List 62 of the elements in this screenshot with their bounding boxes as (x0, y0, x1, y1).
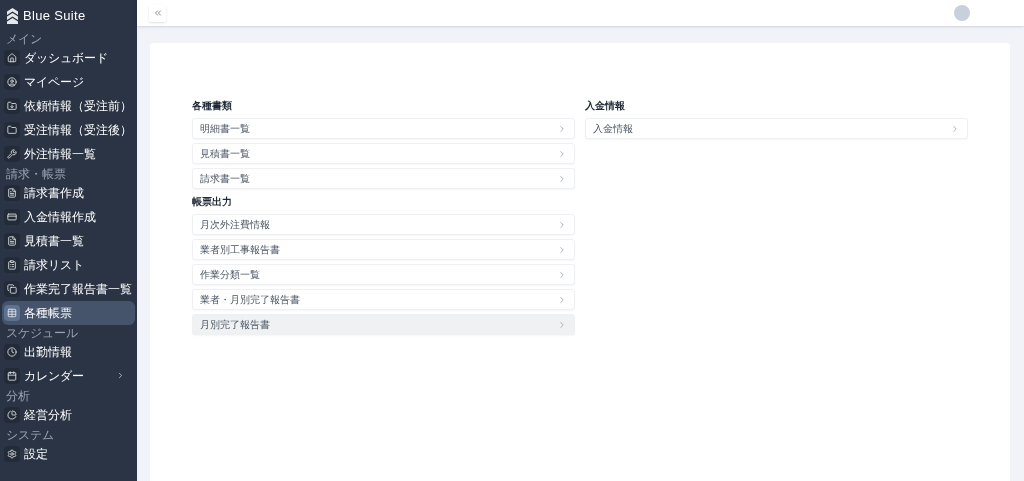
user-icon (7, 76, 17, 87)
group-title: 帳票出力 (192, 197, 233, 207)
sidebar-item[interactable]: 受注情報（受注後） (2, 117, 135, 142)
collapse-button[interactable] (149, 4, 166, 22)
chevron-icon (557, 173, 567, 184)
section-label: スケジュール (5, 326, 79, 339)
collapse-icon (152, 8, 163, 18)
group-title: 各種書類 (192, 101, 233, 111)
chevron-icon (557, 244, 567, 255)
tools-icon (7, 148, 17, 159)
folder-icon (7, 100, 17, 111)
sidebar-item[interactable]: 作業完了報告書一覧 (2, 276, 135, 301)
document-link[interactable]: 明細書一覧 (192, 118, 575, 139)
document-link[interactable]: 入金情報 (585, 118, 968, 139)
brand-name: Blue Suite (23, 7, 86, 25)
group-title: 入金情報 (585, 101, 626, 111)
document-link[interactable]: 月次外注費情報 (192, 214, 575, 235)
table-icon (7, 307, 17, 318)
clipboard-icon (7, 259, 17, 270)
sidebar-item[interactable]: 入金情報作成 (2, 204, 135, 229)
sidebar-item[interactable]: ダッシュボード (2, 45, 135, 70)
logo-icon (7, 7, 18, 24)
document-link[interactable]: 請求書一覧 (192, 168, 575, 189)
section-label: システム (5, 428, 55, 441)
calendar-icon (7, 370, 17, 381)
sidebar-item[interactable]: カレンダー (2, 363, 135, 388)
document-icon (7, 187, 17, 198)
card-icon (7, 211, 17, 222)
copy-icon (7, 283, 17, 294)
settings-icon (7, 448, 17, 459)
chevron-icon (557, 148, 567, 159)
clock-icon (7, 346, 17, 357)
section-label: 請求・帳票 (5, 167, 67, 180)
home-icon (7, 52, 17, 63)
document-link[interactable]: 業者・月別完了報告書 (192, 289, 575, 310)
folder-icon (7, 124, 17, 135)
chevron-icon (557, 319, 567, 330)
chevron-icon (557, 219, 567, 230)
document-icon (7, 235, 17, 246)
sidebar-item[interactable]: 請求書作成 (2, 180, 135, 205)
avatar[interactable] (954, 5, 970, 21)
sidebar-item[interactable]: 各種帳票 (2, 300, 135, 325)
sidebar-item[interactable]: 見積書一覧 (2, 228, 135, 253)
chevron-icon (557, 123, 567, 134)
document-link[interactable]: 業者別工事報告書 (192, 239, 575, 260)
section-label: 分析 (5, 389, 31, 402)
document-link[interactable]: 作業分類一覧 (192, 264, 575, 285)
chevron-icon (557, 294, 567, 305)
document-link[interactable]: 月別完了報告書 (192, 314, 575, 335)
sidebar-item[interactable]: 請求リスト (2, 252, 135, 277)
chevron-icon (116, 370, 125, 380)
sidebar-item[interactable]: マイページ (2, 69, 135, 94)
sidebar-item[interactable]: 経営分析 (2, 402, 135, 427)
chevron-icon (557, 269, 567, 280)
chevron-icon (950, 123, 960, 134)
document-link[interactable]: 見積書一覧 (192, 143, 575, 164)
sidebar-item[interactable]: 出勤情報 (2, 339, 135, 364)
sidebar-item[interactable]: 外注情報一覧 (2, 141, 135, 166)
sidebar-item[interactable]: 設定 (2, 441, 135, 466)
sidebar-item[interactable]: 依頼情報（受注前） (2, 93, 135, 118)
section-label: メイン (5, 32, 43, 45)
pie-chart-icon (7, 409, 17, 420)
